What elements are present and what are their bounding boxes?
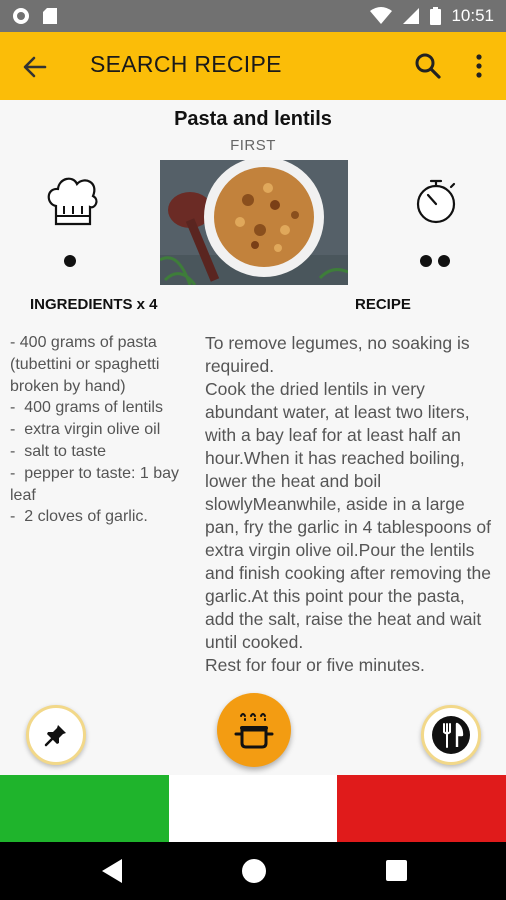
- recipe-header: RECIPE: [355, 296, 411, 313]
- instructions-text: To remove legumes, no soaking is require…: [205, 333, 492, 675]
- status-time: 10:51: [451, 6, 494, 25]
- cook-button[interactable]: [217, 693, 291, 767]
- flag-white-stripe: [168, 775, 338, 842]
- ingredients-header: INGREDIENTS x 4: [30, 296, 158, 313]
- italian-flag: [0, 775, 506, 842]
- ingredient-item: - 2 cloves of garlic.: [10, 508, 148, 526]
- recipe-category: FIRST: [230, 137, 276, 154]
- sd-card-icon: [43, 8, 57, 24]
- dish-photo: [160, 160, 348, 285]
- nav-recents-icon[interactable]: [386, 860, 407, 881]
- nav-back-icon[interactable]: [100, 858, 124, 884]
- cooking-pot-icon: [234, 713, 274, 749]
- pin-icon: [44, 725, 66, 747]
- search-icon[interactable]: [412, 50, 444, 82]
- menu-button[interactable]: [421, 705, 481, 765]
- difficulty-indicator: [64, 255, 76, 267]
- app-bar: SEARCH RECIPE: [0, 32, 506, 100]
- ingredient-item: - extra virgin olive oil: [10, 421, 161, 439]
- difficulty-dot: [64, 255, 76, 267]
- ingredient-item: - salt to taste: [10, 442, 107, 460]
- stopwatch-icon: [416, 179, 456, 224]
- nav-home-icon[interactable]: [242, 859, 266, 883]
- recipe-detail: Pasta and lentils FIRST INGREDIENTS x 4 …: [0, 100, 506, 775]
- record-icon: [13, 8, 29, 24]
- wifi-icon: [370, 7, 393, 24]
- ingredient-item: - pepper to taste: 1 bay leaf: [10, 464, 184, 504]
- battery-icon: [430, 7, 442, 25]
- flag-green-stripe: [0, 775, 169, 842]
- pin-button[interactable]: [26, 705, 86, 765]
- signal-icon: [403, 8, 420, 24]
- fork-knife-icon: [432, 716, 470, 754]
- time-dot: [438, 255, 450, 267]
- chef-hat-icon: [47, 177, 98, 226]
- back-arrow-icon[interactable]: [18, 50, 52, 84]
- page-title: SEARCH RECIPE: [90, 51, 282, 77]
- time-dot: [420, 255, 432, 267]
- status-bar: 10:51: [0, 0, 506, 32]
- ingredient-item: - 400 grams of lentils: [10, 399, 163, 417]
- navigation-bar: [0, 842, 506, 900]
- time-indicator: [420, 255, 450, 267]
- recipe-title: Pasta and lentils: [174, 108, 332, 130]
- more-vert-icon[interactable]: [464, 50, 494, 82]
- ingredients-list: - 400 grams of pasta (tubettini or spagh…: [10, 332, 195, 528]
- flag-red-stripe: [337, 775, 506, 842]
- ingredient-item: - 400 grams of pasta (tubettini or spagh…: [10, 334, 164, 395]
- recipe-instructions[interactable]: To remove legumes, no soaking is require…: [205, 332, 495, 688]
